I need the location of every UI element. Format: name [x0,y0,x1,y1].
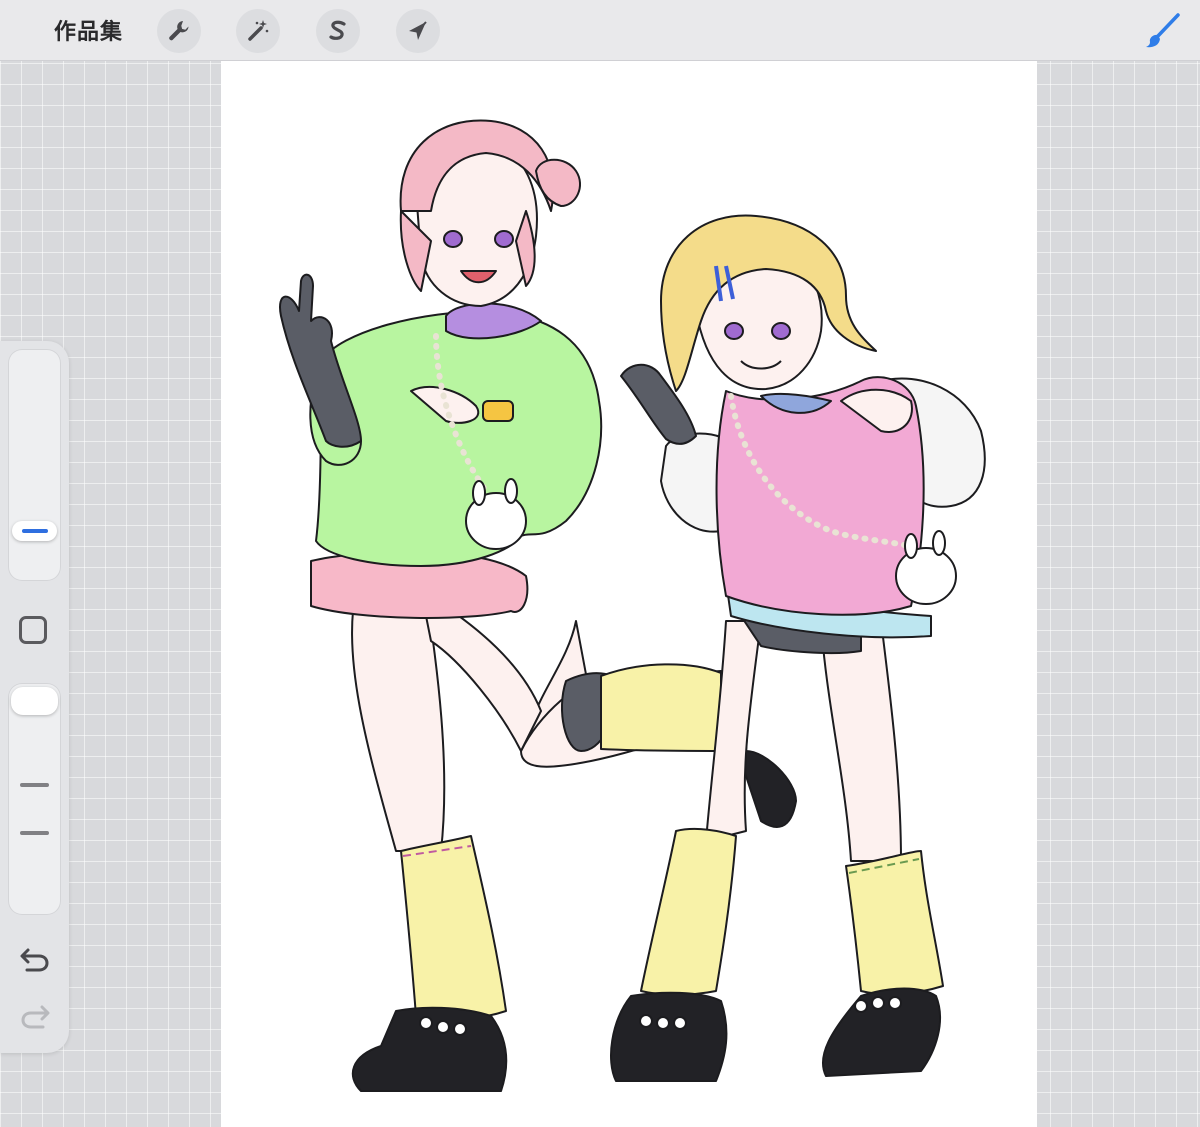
left-sidebar [0,341,69,1053]
adjustments-button[interactable] [236,9,280,53]
opacity-tick [20,783,49,787]
wrench-icon [169,21,189,41]
modify-button[interactable] [19,616,47,644]
brush-icon [1146,13,1180,48]
undo-button[interactable] [19,946,51,974]
top-toolbar: 作品集 [0,0,1200,61]
drawing-canvas[interactable] [221,61,1037,1127]
selection-s-icon [329,20,346,40]
redo-button[interactable] [19,1003,51,1031]
brush-size-slider-thumb[interactable] [12,521,57,541]
magic-wand-icon [248,20,269,41]
opacity-slider-thumb[interactable] [11,687,58,715]
selection-button[interactable] [316,9,360,53]
transform-button[interactable] [396,9,440,53]
opacity-slider[interactable] [8,683,61,915]
actions-button[interactable] [157,9,201,53]
redo-arrow-icon [21,1005,50,1029]
opacity-tick [20,831,49,835]
brush-size-slider[interactable] [8,349,61,581]
artwork-illustration [279,119,986,1092]
arrow-cursor-icon [409,21,427,40]
brush-button[interactable] [1140,9,1184,53]
undo-arrow-icon [20,948,49,972]
gallery-button[interactable]: 作品集 [54,14,123,46]
